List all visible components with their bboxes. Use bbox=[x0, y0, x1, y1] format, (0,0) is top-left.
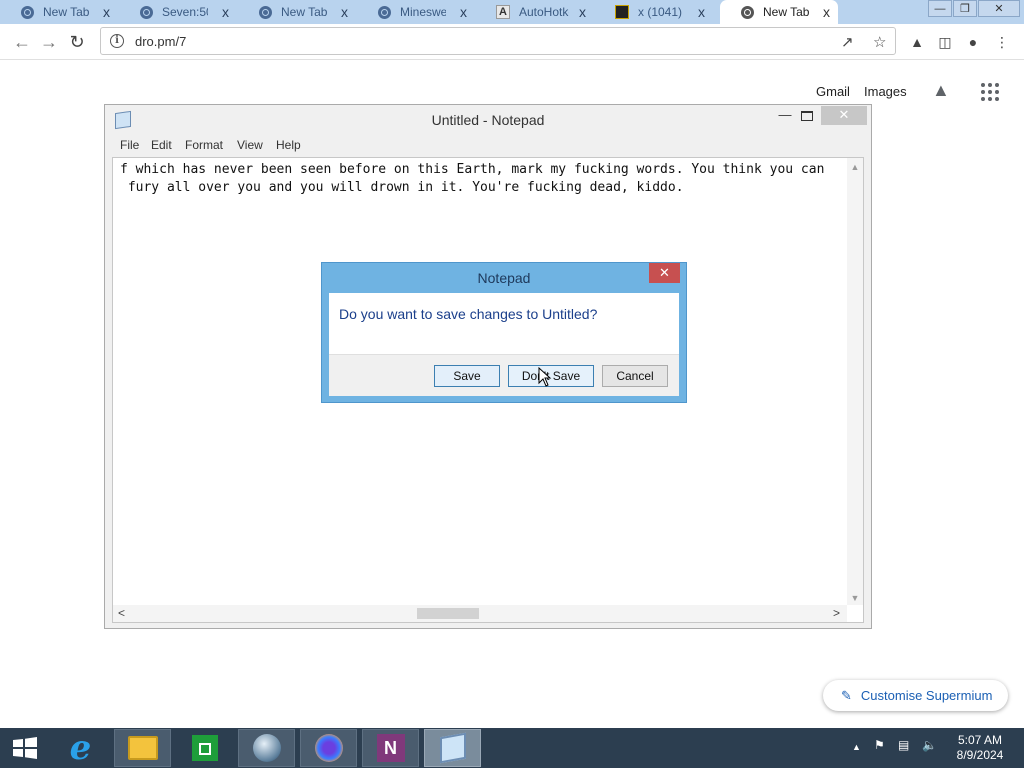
action-center-flag-icon[interactable]: ⚑ bbox=[874, 738, 885, 752]
browser-toolbar: ← → ↻ i dro.pm/7 ↗ ☆ ▲ ◫ ● ⋮ bbox=[0, 24, 1024, 60]
notepad-title: Untitled - Notepad bbox=[431, 112, 545, 128]
tab-close-icon[interactable]: x bbox=[341, 4, 348, 20]
taskbar: e N ▲ ⚑ ▤ 🔈 5:07 AM 8/9/2024 bbox=[0, 728, 1024, 768]
window-close-button[interactable]: ✕ bbox=[978, 0, 1020, 17]
tab-close-icon[interactable]: x bbox=[460, 4, 467, 20]
clock-time: 5:07 AM bbox=[957, 733, 1003, 747]
tab-autohotkey[interactable]: A AutoHotkey x bbox=[476, 0, 594, 24]
window-restore-button[interactable]: ❐ bbox=[953, 0, 977, 17]
tab-close-icon[interactable]: x bbox=[103, 4, 110, 20]
gmail-link[interactable]: Gmail bbox=[816, 84, 850, 99]
site-info-icon[interactable]: i bbox=[110, 34, 124, 48]
horizontal-scroll-thumb[interactable] bbox=[417, 608, 479, 619]
tray-expand-icon[interactable]: ▲ bbox=[852, 742, 861, 752]
tab-minesweeper[interactable]: Minesweeper x bbox=[357, 0, 475, 24]
chrome-icon bbox=[20, 5, 34, 19]
notepad-maximize-button[interactable] bbox=[801, 111, 813, 121]
x-icon bbox=[615, 5, 629, 19]
labs-flask-icon[interactable]: ▲ bbox=[908, 33, 926, 51]
tab-title: New Tab bbox=[763, 5, 810, 19]
share-icon[interactable]: ↗ bbox=[841, 33, 854, 51]
dialog-button-row: Save Don't Save Cancel bbox=[329, 354, 679, 396]
customise-button[interactable]: ✎ Customise Supermium bbox=[823, 680, 1008, 711]
mouse-cursor-icon bbox=[538, 367, 552, 387]
save-button[interactable]: Save bbox=[434, 365, 500, 387]
notepad-minimize-button[interactable]: — bbox=[775, 107, 795, 127]
tab-new-tab-active[interactable]: New Tab x bbox=[720, 0, 838, 24]
text-line: f which has never been seen before on th… bbox=[120, 162, 825, 177]
network-tray-icon[interactable]: ▤ bbox=[898, 738, 909, 752]
tab-strip: New Tab x Seven:50 x New Tab x Minesweep… bbox=[0, 0, 1024, 24]
notepad-titlebar[interactable]: Untitled - Notepad — ✕ bbox=[105, 105, 871, 135]
address-url[interactable]: dro.pm/7 bbox=[135, 34, 186, 49]
file-explorer-icon[interactable] bbox=[114, 729, 171, 767]
side-panel-icon[interactable]: ◫ bbox=[936, 33, 954, 51]
scroll-down-icon[interactable]: ▼ bbox=[847, 593, 863, 603]
tab-x[interactable]: x (1041) x bbox=[595, 0, 713, 24]
menu-dots-icon[interactable]: ⋮ bbox=[993, 33, 1011, 51]
back-arrow-icon[interactable]: ← bbox=[10, 30, 34, 54]
tab-seven[interactable]: Seven:50 x bbox=[119, 0, 237, 24]
text-line: fury all over you and you will drown in … bbox=[120, 180, 684, 195]
chrome-icon bbox=[377, 5, 391, 19]
dialog-message: Do you want to save changes to Untitled? bbox=[339, 306, 598, 322]
menu-help[interactable]: Help bbox=[276, 138, 301, 152]
dialog-title: Notepad bbox=[477, 270, 531, 286]
profile-icon[interactable]: ● bbox=[964, 33, 982, 51]
notepad-text[interactable]: f which has never been seen before on th… bbox=[120, 161, 824, 197]
tab-title: New Tab bbox=[43, 5, 90, 19]
chrome-icon bbox=[139, 5, 153, 19]
store-icon[interactable] bbox=[176, 729, 233, 767]
vertical-scrollbar[interactable]: ▲ ▼ bbox=[847, 158, 863, 605]
address-bar[interactable]: i dro.pm/7 ↗ ☆ bbox=[100, 27, 896, 55]
clock-date: 8/9/2024 bbox=[956, 748, 1004, 762]
reload-icon[interactable]: ↻ bbox=[65, 30, 89, 54]
notepad-taskbar-icon[interactable] bbox=[424, 729, 481, 767]
window-minimize-button[interactable]: — bbox=[928, 0, 952, 17]
horizontal-scrollbar[interactable]: < > bbox=[113, 605, 847, 622]
tab-title: x (1041) bbox=[638, 5, 683, 19]
save-changes-dialog: Notepad ✕ Do you want to save changes to… bbox=[321, 262, 687, 403]
scroll-up-icon[interactable]: ▲ bbox=[847, 162, 863, 172]
tab-title: Minesweeper bbox=[400, 5, 446, 19]
network-globe-icon[interactable] bbox=[238, 729, 295, 767]
labs-flask-icon[interactable]: ▲ bbox=[932, 80, 950, 101]
tab-title: Seven:50 bbox=[162, 5, 208, 19]
tab-close-icon[interactable]: x bbox=[579, 4, 586, 20]
clock[interactable]: 5:07 AM 8/9/2024 bbox=[950, 733, 1010, 763]
tab-new-tab-2[interactable]: New Tab x bbox=[238, 0, 356, 24]
dialog-close-button[interactable]: ✕ bbox=[649, 263, 680, 283]
customise-label: Customise Supermium bbox=[860, 688, 993, 703]
tab-close-icon[interactable]: x bbox=[222, 4, 229, 20]
dialog-body: Do you want to save changes to Untitled? bbox=[329, 293, 679, 354]
chrome-icon bbox=[740, 5, 754, 19]
tab-title: AutoHotkey bbox=[519, 5, 569, 19]
pencil-icon: ✎ bbox=[841, 687, 852, 703]
start-button[interactable] bbox=[0, 729, 50, 767]
tab-close-icon[interactable]: x bbox=[823, 4, 830, 20]
volume-muted-icon[interactable]: 🔈 bbox=[922, 738, 937, 752]
tab-new-tab-1[interactable]: New Tab x bbox=[0, 0, 118, 24]
chrome-icon bbox=[258, 5, 272, 19]
onenote-icon[interactable]: N bbox=[362, 729, 419, 767]
tab-close-icon[interactable]: x bbox=[698, 4, 705, 20]
cancel-button[interactable]: Cancel bbox=[602, 365, 668, 387]
scroll-left-icon[interactable]: < bbox=[118, 606, 125, 620]
firefox-icon[interactable] bbox=[300, 729, 357, 767]
internet-explorer-icon[interactable]: e bbox=[52, 729, 109, 767]
notepad-close-button[interactable]: ✕ bbox=[821, 106, 867, 125]
images-link[interactable]: Images bbox=[864, 84, 907, 99]
menu-format[interactable]: Format bbox=[185, 138, 223, 152]
apps-grid-icon[interactable] bbox=[981, 83, 999, 101]
scroll-right-icon[interactable]: > bbox=[833, 606, 840, 620]
menu-view[interactable]: View bbox=[237, 138, 263, 152]
menu-edit[interactable]: Edit bbox=[151, 138, 172, 152]
tab-title: New Tab bbox=[281, 5, 328, 19]
forward-arrow-icon[interactable]: → bbox=[37, 30, 61, 54]
windows-logo-icon bbox=[13, 737, 37, 759]
notepad-menubar: File Edit Format View Help bbox=[105, 137, 871, 155]
bookmark-star-icon[interactable]: ☆ bbox=[873, 33, 886, 51]
autohotkey-icon: A bbox=[496, 5, 510, 19]
menu-file[interactable]: File bbox=[120, 138, 139, 152]
